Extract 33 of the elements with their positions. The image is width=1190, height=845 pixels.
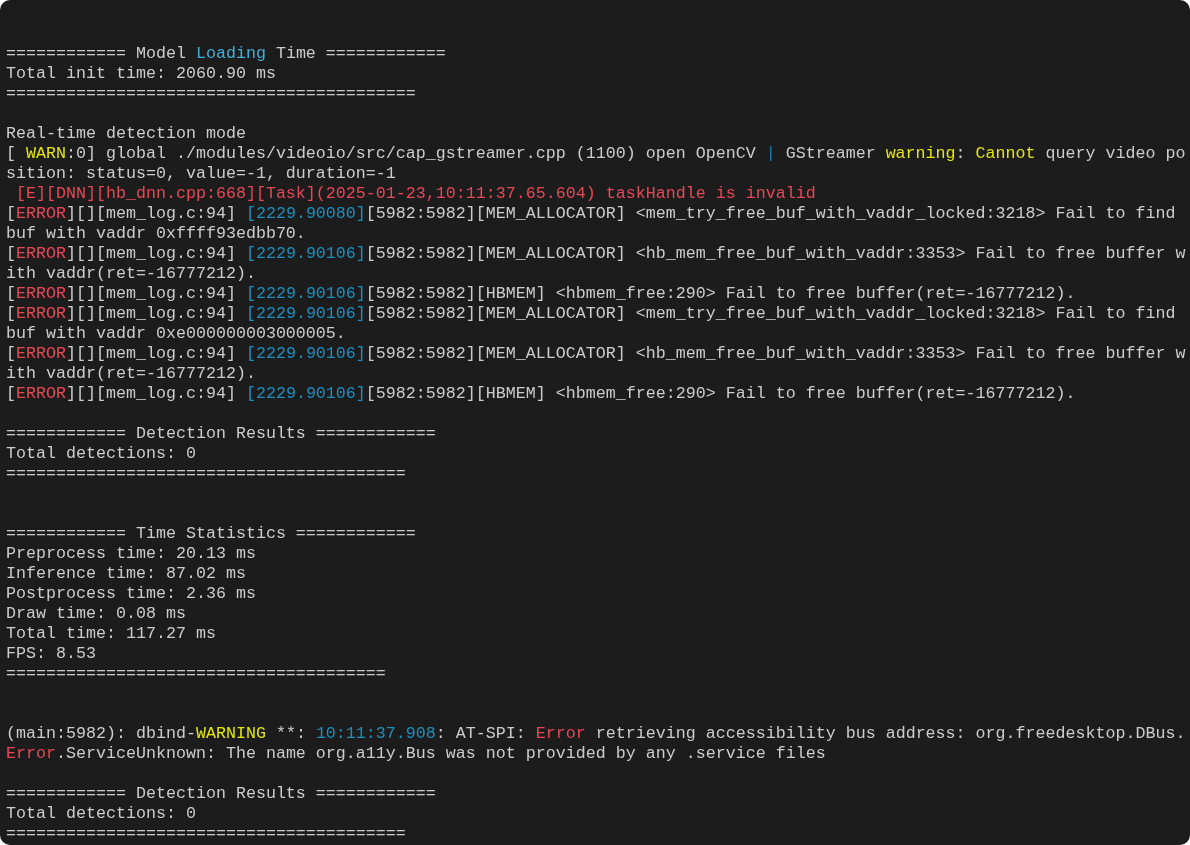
- log-line: ============ Time Statistics ============: [6, 524, 416, 543]
- log-line: ======================================: [6, 664, 386, 683]
- log-line: Real-time detection mode: [6, 124, 246, 143]
- log-line: [ERROR][][mem_log.c:94] [2229.90106][5982:5982][HBMEM] <hbmem_free:290> Fail to free buffer(ret=-16777212).: [6, 384, 1076, 403]
- log-line: [ERROR][][mem_log.c:94] [2229.90106][5982:5982][MEM_ALLOCATOR] <hb_mem_free_buf_with_vaddr:3353> Fail to free buffer w: [6, 244, 1186, 263]
- log-line: [ERROR][][mem_log.c:94] [2229.90080][5982:5982][MEM_ALLOCATOR] <mem_try_free_buf_with_vaddr_locked:3218> Fail to find: [6, 204, 1176, 223]
- log-line: ============ Detection Results ============: [6, 784, 436, 803]
- log-line: [ERROR][][mem_log.c:94] [2229.90106][5982:5982][MEM_ALLOCATOR] <hb_mem_free_buf_with_vaddr:3353> Fail to free buffer w: [6, 344, 1186, 363]
- log-line: sition: status=0, value=-1, duration=-1: [6, 164, 396, 183]
- log-line: [ERROR][][mem_log.c:94] [2229.90106][5982:5982][MEM_ALLOCATOR] <mem_try_free_buf_with_vaddr_locked:3218> Fail to find: [6, 304, 1176, 323]
- log-line: Postprocess time: 2.36 ms: [6, 584, 256, 603]
- log-line: ============ Model Loading Time ============: [6, 44, 446, 63]
- log-line: buf with vaddr 0xffff93edbb70.: [6, 224, 306, 243]
- log-line: ith vaddr(ret=-16777212).: [6, 364, 256, 383]
- log-line: =========================================: [6, 84, 416, 103]
- log-line: Preprocess time: 20.13 ms: [6, 544, 256, 563]
- log-line: [ WARN:0] global ./modules/videoio/src/cap_gstreamer.cpp (1100) open OpenCV | GStreamer warning: Cannot query video po: [6, 144, 1186, 163]
- log-line: Total init time: 2060.90 ms: [6, 64, 276, 83]
- log-line: FPS: 8.53: [6, 644, 96, 663]
- log-line: Total detections: 0: [6, 444, 196, 463]
- log-line: buf with vaddr 0xe000000003000005.: [6, 324, 346, 343]
- log-line: ========================================: [6, 824, 406, 843]
- log-line: [E][DNN][hb_dnn.cpp:668][Task](2025-01-23,10:11:37.65.604) taskHandle is invalid: [15, 184, 816, 203]
- log-line: Error.ServiceUnknown: The name org.a11y.Bus was not provided by any .service files: [6, 744, 826, 763]
- log-line: ============ Detection Results ============: [6, 424, 436, 443]
- log-line: [ERROR][][mem_log.c:94] [2229.90106][5982:5982][HBMEM] <hbmem_free:290> Fail to free buffer(ret=-16777212).: [6, 284, 1076, 303]
- log-line: Draw time: 0.08 ms: [6, 604, 186, 623]
- log-line: Total time: 117.27 ms: [6, 624, 216, 643]
- log-line: ith vaddr(ret=-16777212).: [6, 264, 256, 283]
- log-line: Inference time: 87.02 ms: [6, 564, 246, 583]
- log-line: (main:5982): dbind-WARNING **: 10:11:37.908: AT-SPI: Error retrieving accessibility bus address: org.freedesktop.DBus.: [6, 724, 1186, 743]
- log-line: Total detections: 0: [6, 804, 196, 823]
- log-line: ========================================: [6, 464, 406, 483]
